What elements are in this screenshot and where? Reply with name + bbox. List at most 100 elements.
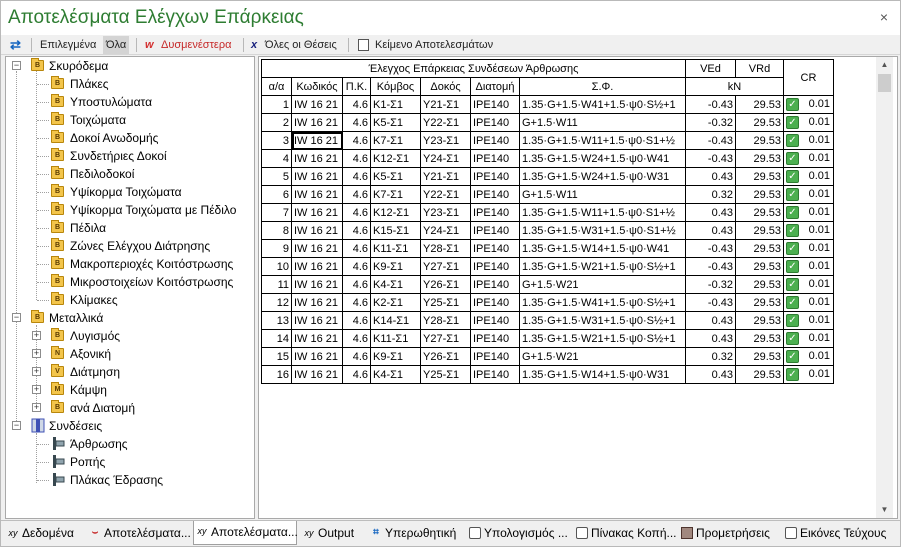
cell-beam[interactable]: Y26-Σ1 bbox=[420, 347, 471, 366]
collapse-icon[interactable]: − bbox=[12, 61, 21, 70]
cell-pk[interactable]: 4.6 bbox=[342, 167, 371, 186]
cell-ved[interactable]: 0.43 bbox=[685, 365, 736, 384]
cell-aa[interactable]: 13 bbox=[261, 311, 292, 330]
cell-ved[interactable]: -0.43 bbox=[685, 149, 736, 168]
cell-aa[interactable]: 15 bbox=[261, 347, 292, 366]
cell-beam[interactable]: Y21-Σ1 bbox=[420, 167, 471, 186]
cell-beam[interactable]: Y24-Σ1 bbox=[420, 221, 471, 240]
tab-5[interactable]: ⌗ Υπερωθητική bbox=[368, 523, 463, 543]
cell-ved[interactable]: 0.43 bbox=[685, 311, 736, 330]
cell-pk[interactable]: 4.6 bbox=[342, 365, 371, 384]
cell-vrd[interactable]: 29.53 bbox=[735, 329, 784, 348]
selected-button[interactable]: Επιλεγμένα bbox=[40, 36, 96, 54]
cell-node[interactable]: K9-Σ1 bbox=[370, 347, 421, 366]
cell-sf[interactable]: 1.35·G+1.5·W14+1.5·ψ0·W31 bbox=[519, 365, 686, 384]
all-positions-button[interactable]: Όλες οι Θέσεις bbox=[265, 36, 337, 54]
cell-beam[interactable]: Y24-Σ1 bbox=[420, 149, 471, 168]
table-row[interactable]: 4 IW 16 21 4.6 K12-Σ1 Y24-Σ1 IPE140 1.35·G+1.5… bbox=[261, 149, 834, 168]
cell-code[interactable]: IW 16 21 bbox=[291, 221, 343, 240]
cell-cr[interactable]: ✓ 0.01 bbox=[783, 275, 834, 294]
cell-ved[interactable]: -0.43 bbox=[685, 239, 736, 258]
table-row[interactable]: 16 IW 16 21 4.6 K4-Σ1 Y25-Σ1 IPE140 1.35·G+1.5… bbox=[261, 365, 834, 384]
cell-pk[interactable]: 4.6 bbox=[342, 221, 371, 240]
cell-node[interactable]: K14-Σ1 bbox=[370, 311, 421, 330]
cell-section[interactable]: IPE140 bbox=[470, 275, 520, 294]
cell-node[interactable]: K7-Σ1 bbox=[370, 131, 421, 150]
tree-item-steel[interactable]: + V Διάτμηση bbox=[6, 363, 254, 381]
tab-6[interactable]: Υπολογισμός ... bbox=[467, 523, 570, 543]
cell-ved[interactable]: -0.43 bbox=[685, 257, 736, 276]
cell-pk[interactable]: 4.6 bbox=[342, 347, 371, 366]
cell-beam[interactable]: Y22-Σ1 bbox=[420, 113, 471, 132]
cell-vrd[interactable]: 29.53 bbox=[735, 167, 784, 186]
cell-code[interactable]: IW 16 21 bbox=[291, 203, 343, 222]
cell-aa[interactable]: 16 bbox=[261, 365, 292, 384]
cell-aa[interactable]: 12 bbox=[261, 293, 292, 312]
cell-section[interactable]: IPE140 bbox=[470, 221, 520, 240]
cell-cr[interactable]: ✓ 0.01 bbox=[783, 167, 834, 186]
cell-cr[interactable]: ✓ 0.01 bbox=[783, 113, 834, 132]
tree-item-concrete[interactable]: B Υψίκορμα Τοιχώματα με Πέδιλο bbox=[6, 201, 254, 219]
cell-node[interactable]: K15-Σ1 bbox=[370, 221, 421, 240]
cell-node[interactable]: K11-Σ1 bbox=[370, 239, 421, 258]
cell-node[interactable]: K7-Σ1 bbox=[370, 185, 421, 204]
cell-vrd[interactable]: 29.53 bbox=[735, 113, 784, 132]
cell-node[interactable]: K1-Σ1 bbox=[370, 95, 421, 114]
cell-pk[interactable]: 4.6 bbox=[342, 311, 371, 330]
cell-code[interactable]: IW 16 21 bbox=[291, 329, 343, 348]
cell-ved[interactable]: -0.43 bbox=[685, 95, 736, 114]
cell-vrd[interactable]: 29.53 bbox=[735, 239, 784, 258]
cell-vrd[interactable]: 29.53 bbox=[735, 311, 784, 330]
cell-aa[interactable]: 9 bbox=[261, 239, 292, 258]
unfavorable-button[interactable]: Δυσμενέστερα bbox=[161, 36, 231, 54]
tree-item-steel[interactable]: + B Λυγισμός bbox=[6, 327, 254, 345]
cell-cr[interactable]: ✓ 0.01 bbox=[783, 131, 834, 150]
expand-icon[interactable]: + bbox=[32, 385, 41, 394]
tree-item-concrete[interactable]: B Υψίκορμα Τοιχώματα bbox=[6, 183, 254, 201]
cell-vrd[interactable]: 29.53 bbox=[735, 203, 784, 222]
cell-code[interactable]: IW 16 21 bbox=[291, 275, 343, 294]
cell-section[interactable]: IPE140 bbox=[470, 257, 520, 276]
tree-item-concrete[interactable]: B Τοιχώματα bbox=[6, 111, 254, 129]
table-row[interactable]: 6 IW 16 21 4.6 K7-Σ1 Y22-Σ1 IPE140 G+1.5·W11 0.… bbox=[261, 185, 834, 204]
tree-item-concrete[interactable]: B Ζώνες Ελέγχου Διάτρησης bbox=[6, 237, 254, 255]
results-text-button[interactable]: Κείμενο Αποτελεσμάτων bbox=[375, 36, 493, 54]
cell-sf[interactable]: 1.35·G+1.5·W31+1.5·ψ0·S½+1 bbox=[519, 311, 686, 330]
tree-item-concrete[interactable]: B Κλίμακες bbox=[6, 291, 254, 309]
cell-vrd[interactable]: 29.53 bbox=[735, 365, 784, 384]
expand-icon[interactable]: + bbox=[32, 331, 41, 340]
cell-beam[interactable]: Y21-Σ1 bbox=[420, 95, 471, 114]
cell-section[interactable]: IPE140 bbox=[470, 113, 520, 132]
cell-vrd[interactable]: 29.53 bbox=[735, 221, 784, 240]
cell-vrd[interactable]: 29.53 bbox=[735, 95, 784, 114]
cell-pk[interactable]: 4.6 bbox=[342, 149, 371, 168]
tree-item-connection[interactable]: Ροπής bbox=[6, 453, 254, 471]
cell-pk[interactable]: 4.6 bbox=[342, 329, 371, 348]
cell-node[interactable]: K11-Σ1 bbox=[370, 329, 421, 348]
tree-item-concrete[interactable]: B Μικροστοιχείων Κοιτόστρωσης bbox=[6, 273, 254, 291]
tree-item-concrete[interactable]: B Πλάκες bbox=[6, 75, 254, 93]
cell-beam[interactable]: Y27-Σ1 bbox=[420, 329, 471, 348]
cell-node[interactable]: K12-Σ1 bbox=[370, 149, 421, 168]
cell-code[interactable]: IW 16 21 bbox=[291, 293, 343, 312]
cell-cr[interactable]: ✓ 0.01 bbox=[783, 239, 834, 258]
tree-item-steel[interactable]: + N Αξονική bbox=[6, 345, 254, 363]
cell-sf[interactable]: 1.35·G+1.5·W14+1.5·ψ0·W41 bbox=[519, 239, 686, 258]
cell-sf[interactable]: 1.35·G+1.5·W21+1.5·ψ0·S½+1 bbox=[519, 329, 686, 348]
table-row[interactable]: 14 IW 16 21 4.6 K11-Σ1 Y27-Σ1 IPE140 1.35·G+1.… bbox=[261, 329, 834, 348]
cell-cr[interactable]: ✓ 0.01 bbox=[783, 221, 834, 240]
cell-beam[interactable]: Y23-Σ1 bbox=[420, 203, 471, 222]
table-row[interactable]: 12 IW 16 21 4.6 K2-Σ1 Y25-Σ1 IPE140 1.35·G+1.5… bbox=[261, 293, 834, 312]
cell-aa[interactable]: 14 bbox=[261, 329, 292, 348]
cell-code[interactable]: IW 16 21 bbox=[291, 365, 343, 384]
cell-pk[interactable]: 4.6 bbox=[342, 257, 371, 276]
cell-code[interactable]: IW 16 21 bbox=[291, 167, 343, 186]
cell-cr[interactable]: ✓ 0.01 bbox=[783, 95, 834, 114]
cell-section[interactable]: IPE140 bbox=[470, 329, 520, 348]
cell-node[interactable]: K4-Σ1 bbox=[370, 275, 421, 294]
collapse-icon[interactable]: − bbox=[12, 313, 21, 322]
cell-vrd[interactable]: 29.53 bbox=[735, 293, 784, 312]
cell-section[interactable]: IPE140 bbox=[470, 185, 520, 204]
table-row[interactable]: 10 IW 16 21 4.6 K9-Σ1 Y27-Σ1 IPE140 1.35·G+1.5… bbox=[261, 257, 834, 276]
cell-vrd[interactable]: 29.53 bbox=[735, 275, 784, 294]
